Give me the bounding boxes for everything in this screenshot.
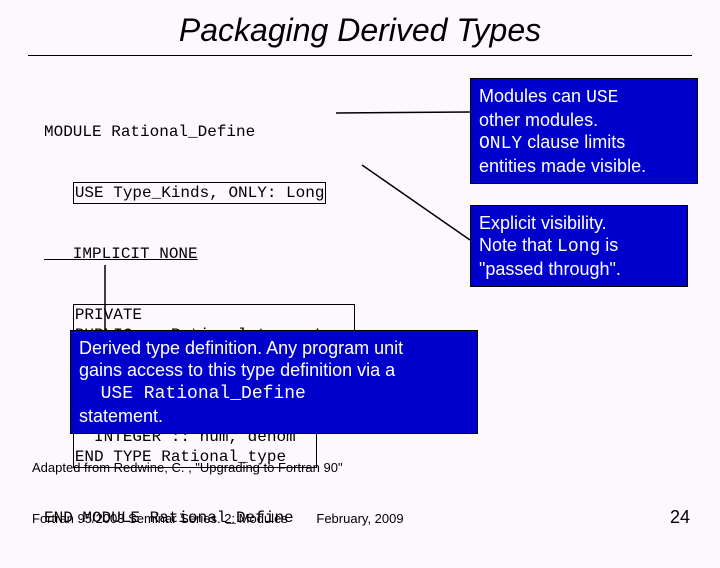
slide: Packaging Derived Types MODULE Rational_… bbox=[0, 0, 720, 540]
title-rule bbox=[28, 55, 692, 56]
footer-citation: Adapted from Redwine, C. , "Upgrading to… bbox=[32, 460, 343, 475]
code-line: IMPLICIT NONE bbox=[44, 244, 355, 264]
code-box-use: USE Type_Kinds, ONLY: Long bbox=[73, 182, 327, 204]
code-line: MODULE Rational_Define bbox=[44, 122, 355, 142]
callout-use: Modules can USE other modules. ONLY clau… bbox=[470, 78, 698, 184]
callout-derived-type: Derived type definition. Any program uni… bbox=[70, 330, 478, 434]
code-line: USE Type_Kinds, ONLY: Long bbox=[44, 182, 355, 204]
slide-title: Packaging Derived Types bbox=[0, 0, 720, 55]
footer-center: February, 2009 bbox=[0, 511, 720, 526]
code-block: MODULE Rational_Define USE Type_Kinds, O… bbox=[44, 82, 355, 568]
page-number: 24 bbox=[670, 507, 690, 528]
callout-visibility: Explicit visibility. Note that Long is "… bbox=[470, 205, 688, 287]
